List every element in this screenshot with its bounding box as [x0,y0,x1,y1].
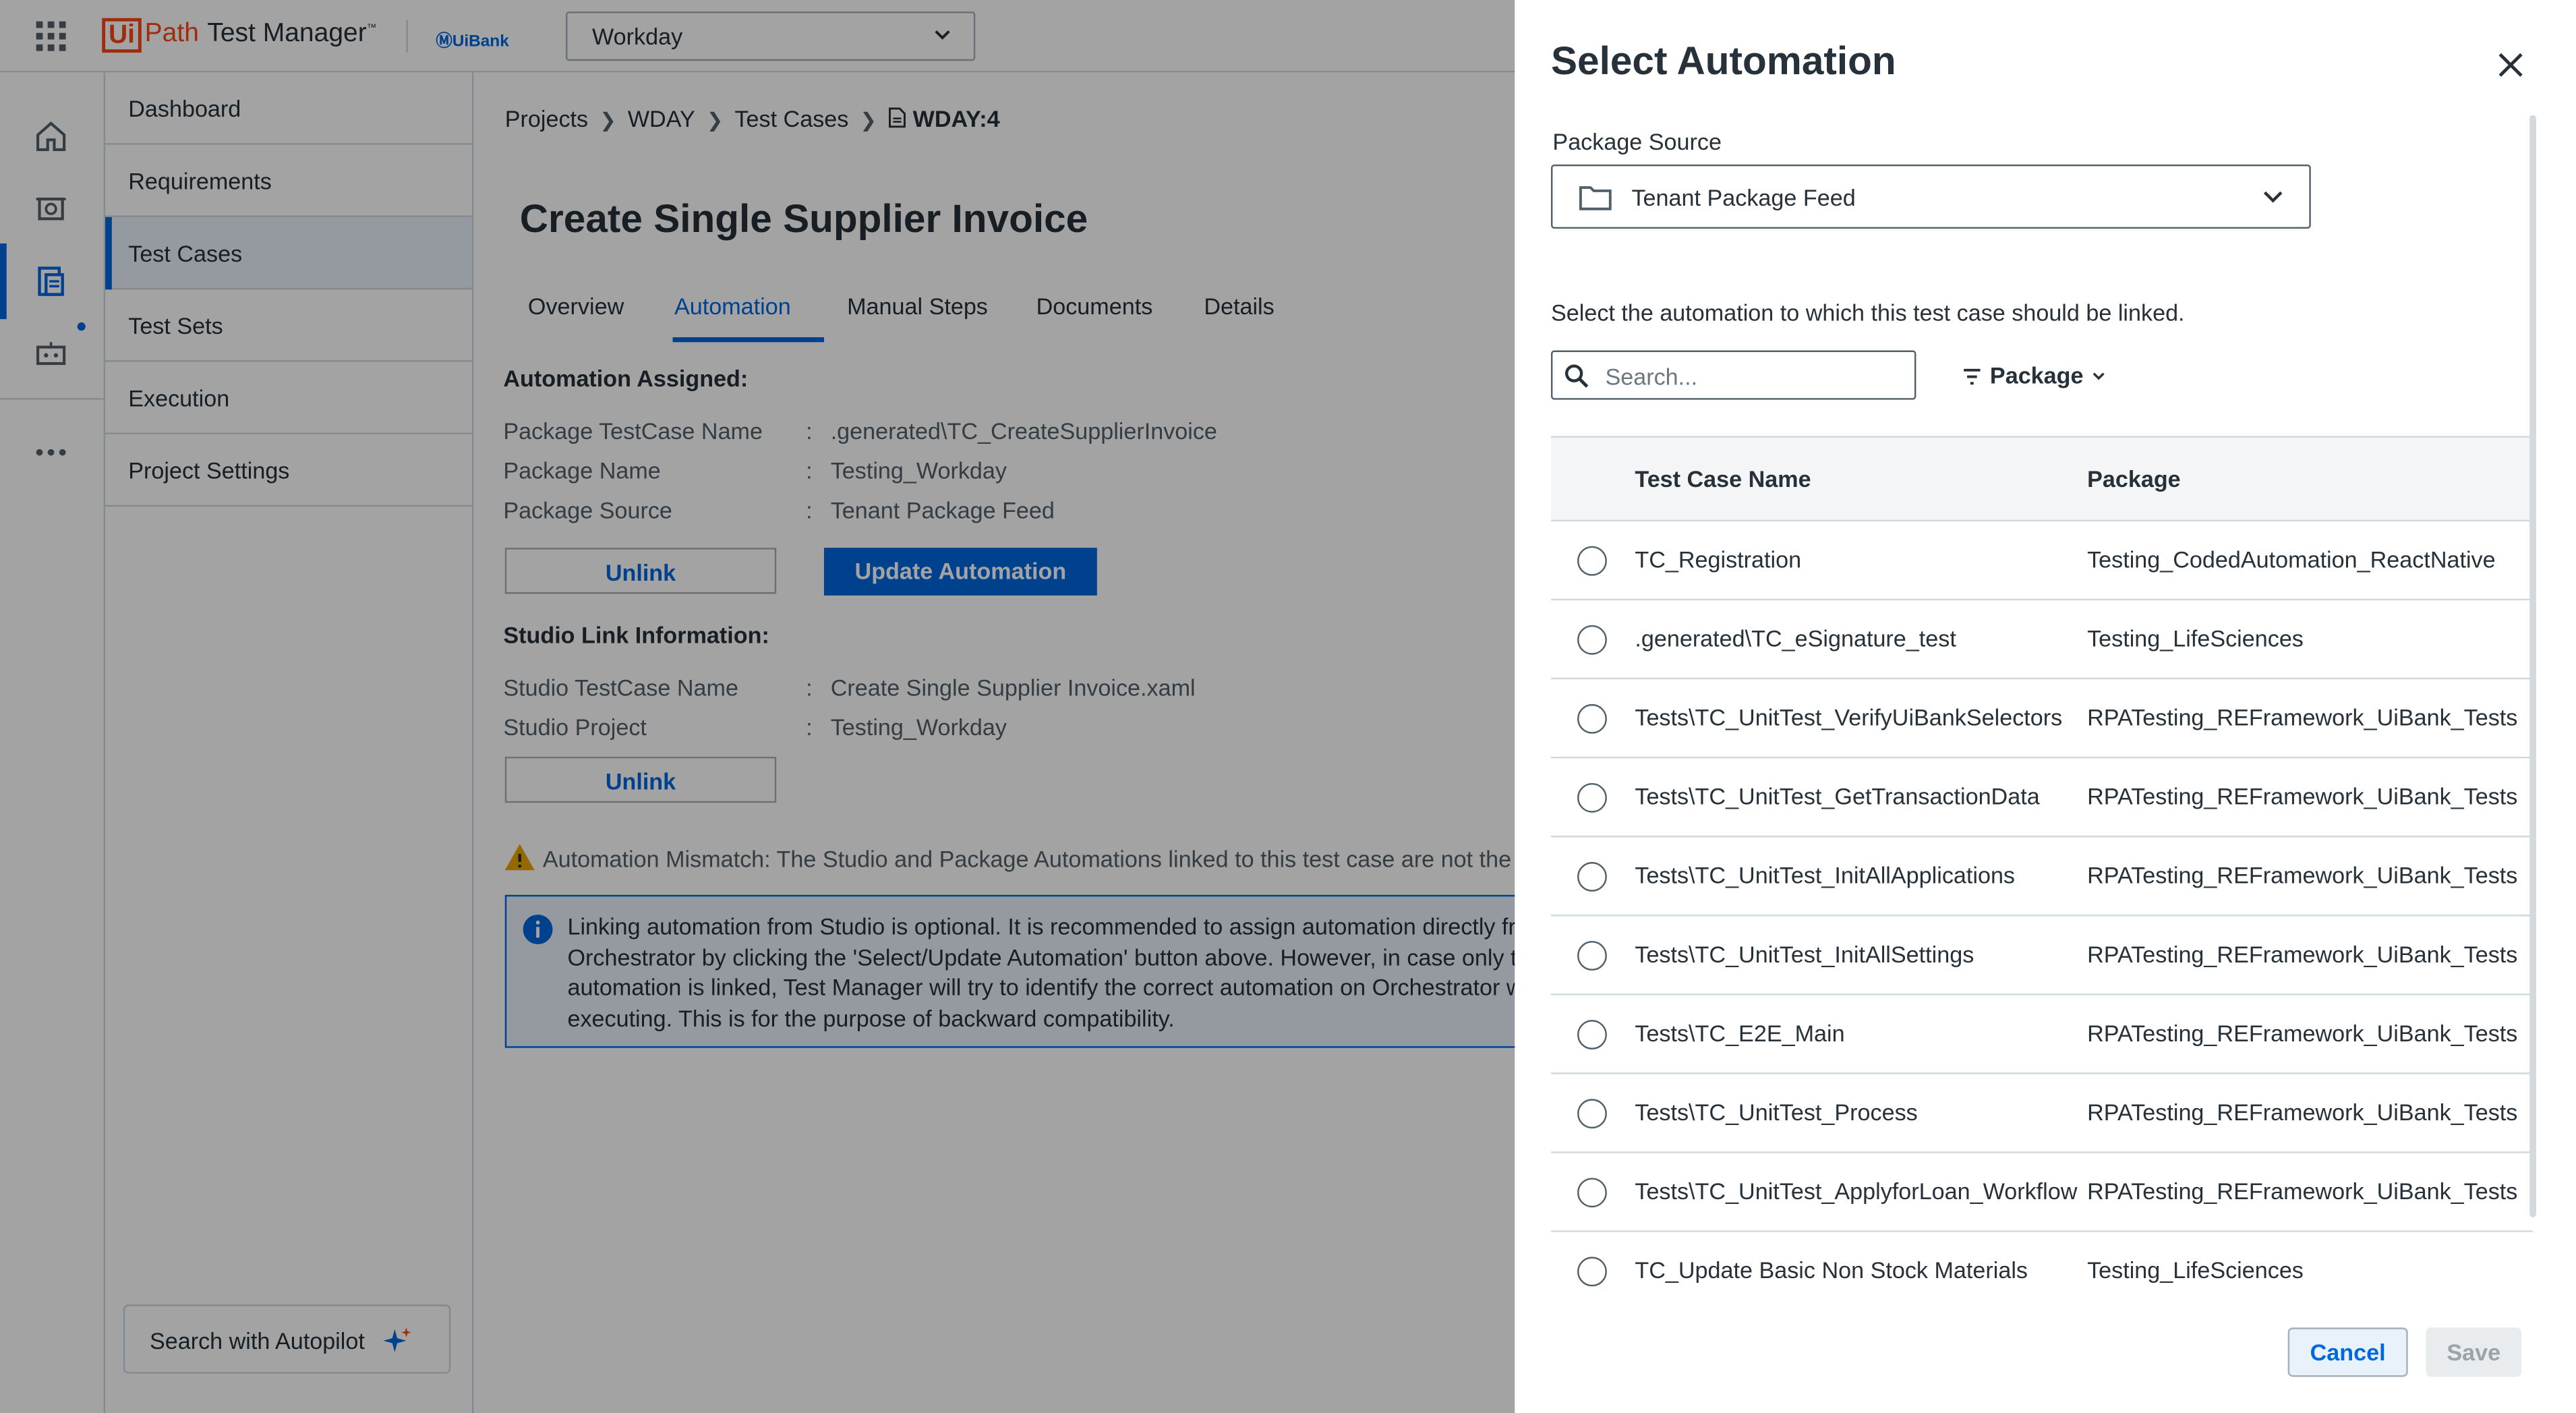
column-package[interactable]: Package [2087,465,2181,492]
row-radio[interactable] [1577,1020,1607,1050]
table-row[interactable]: Tests\TC_UnitTest_Process RPATesting_REF… [1550,1074,2534,1153]
row-test-case-name: .generated\TC_eSignature_test [1635,625,1956,652]
search-box [1550,350,1916,400]
row-package: Testing_CodedAutomation_ReactNative [2087,546,2496,573]
package-filter-button[interactable]: Package [1960,362,2106,388]
table-header: Test Case Name Package [1550,436,2534,522]
modal-overlay[interactable] [0,0,1515,1413]
row-test-case-name: TC_Update Basic Non Stock Materials [1635,1257,2028,1284]
row-test-case-name: Tests\TC_UnitTest_VerifyUiBankSelectors [1635,703,2063,730]
row-radio[interactable] [1577,1178,1607,1208]
table-row[interactable]: Tests\TC_UnitTest_InitAllSettings RPATes… [1550,916,2534,996]
row-radio[interactable] [1577,625,1607,655]
table-row[interactable]: Tests\TC_UnitTest_ApplyforLoan_Workflow … [1550,1153,2534,1232]
save-button[interactable]: Save [2426,1327,2521,1377]
package-filter-label: Package [1989,362,2084,388]
row-package: RPATesting_REFramework_UiBank_Tests [2087,782,2518,809]
row-package: Testing_LifeSciences [2087,625,2304,652]
cancel-button[interactable]: Cancel [2287,1327,2408,1377]
table-row[interactable]: TC_Registration Testing_CodedAutomation_… [1550,521,2534,601]
row-test-case-name: Tests\TC_E2E_Main [1635,1020,1845,1047]
row-package: Testing_LifeSciences [2087,1257,2304,1284]
chevron-down-icon [2263,191,2283,203]
row-test-case-name: TC_Registration [1635,546,1802,573]
row-radio[interactable] [1577,1257,1607,1287]
column-test-case-name[interactable]: Test Case Name [1635,465,1811,492]
row-test-case-name: Tests\TC_UnitTest_ApplyforLoan_Workflow [1635,1178,2078,1205]
row-radio[interactable] [1577,703,1607,734]
row-radio[interactable] [1577,782,1607,813]
row-test-case-name: Tests\TC_UnitTest_InitAllSettings [1635,941,1974,968]
row-radio[interactable] [1577,941,1607,971]
filter-icon [1964,369,1981,385]
app-root: Ui Path Test Manager™ ⓂUiBank Workday Da… [0,0,2576,1413]
search-input[interactable] [1602,358,1905,395]
row-radio[interactable] [1577,1099,1607,1129]
select-automation-drawer: Select Automation Package Source Tenant … [1515,0,2576,1413]
row-test-case-name: Tests\TC_UnitTest_InitAllApplications [1635,862,2016,889]
drawer-scrollbar[interactable] [2529,115,2536,1217]
table-row[interactable]: Tests\TC_UnitTest_InitAllApplications RP… [1550,837,2534,917]
row-test-case-name: Tests\TC_UnitTest_GetTransactionData [1635,782,2040,809]
search-icon [1564,364,1589,388]
drawer-description: Select the automation to which this test… [1550,299,2185,326]
package-source-select[interactable]: Tenant Package Feed [1550,164,2311,229]
close-icon[interactable] [2496,51,2524,79]
table-row[interactable]: .generated\TC_eSignature_test Testing_Li… [1550,600,2534,680]
table-row[interactable]: Tests\TC_UnitTest_VerifyUiBankSelectors … [1550,679,2534,759]
table-row[interactable]: Tests\TC_E2E_Main RPATesting_REFramework… [1550,995,2534,1074]
row-test-case-name: Tests\TC_UnitTest_Process [1635,1099,1918,1126]
row-package: RPATesting_REFramework_UiBank_Tests [2087,1099,2518,1126]
row-radio[interactable] [1577,546,1607,576]
row-package: RPATesting_REFramework_UiBank_Tests [2087,703,2518,730]
row-radio[interactable] [1577,862,1607,892]
folder-icon [1579,186,1612,210]
row-package: RPATesting_REFramework_UiBank_Tests [2087,862,2518,889]
package-source-value: Tenant Package Feed [1631,184,1856,211]
table-row[interactable]: TC_Update Basic Non Stock Materials Test… [1550,1232,2534,1311]
row-package: RPATesting_REFramework_UiBank_Tests [2087,1178,2518,1205]
package-source-label: Package Source [1552,128,1722,155]
row-package: RPATesting_REFramework_UiBank_Tests [2087,941,2518,968]
chevron-down-icon [2092,373,2104,381]
drawer-title: Select Automation [1550,39,1896,84]
row-package: RPATesting_REFramework_UiBank_Tests [2087,1020,2518,1047]
table-row[interactable]: Tests\TC_UnitTest_GetTransactionData RPA… [1550,758,2534,838]
